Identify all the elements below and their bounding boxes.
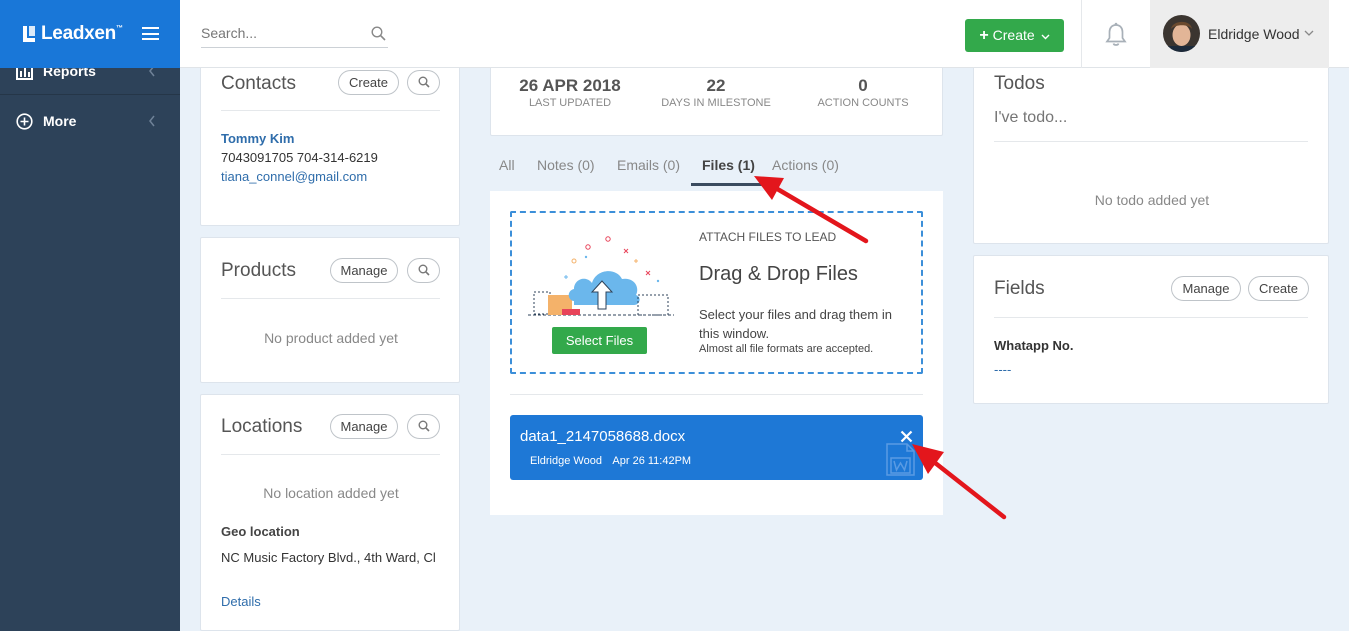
dropzone-note: Almost all file formats are accepted. xyxy=(699,343,874,355)
brand-bar: Leadxen™ xyxy=(0,0,180,68)
todos-card: Todos No todo added yet xyxy=(973,60,1329,244)
tab-actions[interactable]: Actions (0) xyxy=(772,157,839,173)
geo-location-label: Geo location xyxy=(221,524,300,539)
contact-name[interactable]: Tommy Kim xyxy=(221,131,294,146)
hamburger-menu-icon[interactable] xyxy=(142,27,159,40)
search-icon xyxy=(418,420,430,432)
manage-locations-button[interactable]: Manage xyxy=(330,414,398,439)
tab-files[interactable]: Files (1) xyxy=(702,157,755,173)
last-updated-value: 26 APR 2018 xyxy=(519,76,621,95)
divider xyxy=(510,394,923,395)
locations-empty-state: No location added yet xyxy=(263,485,399,501)
field-label: Whatapp No. xyxy=(994,338,1074,353)
word-file-icon xyxy=(886,443,915,476)
milestone-stats-card: 26 APR 2018 LAST UPDATED 22 DAYS IN MILE… xyxy=(490,60,943,136)
dropzone-title: Drag & Drop Files xyxy=(699,263,858,285)
divider xyxy=(221,298,440,299)
action-counts-value: 0 xyxy=(858,76,868,95)
close-icon[interactable] xyxy=(900,430,913,443)
search-icon xyxy=(418,76,430,88)
card-title: Fields xyxy=(994,278,1045,299)
plus-circle-icon xyxy=(16,113,33,130)
search-contact-button[interactable] xyxy=(407,70,440,95)
manage-fields-button[interactable]: Manage xyxy=(1171,276,1241,301)
search-icon[interactable] xyxy=(371,26,386,41)
details-link[interactable]: Details xyxy=(221,594,261,609)
dropzone-description: Select your files and drag them in this … xyxy=(699,307,892,341)
file-meta: Eldridge Wood Apr 26 11:42PM xyxy=(530,455,699,467)
user-name: Eldridge Wood xyxy=(1208,26,1300,42)
days-in-milestone-label: DAYS IN MILESTONE xyxy=(661,97,771,109)
days-in-milestone-value: 22 xyxy=(706,76,726,95)
todos-empty-state: No todo added yet xyxy=(1094,192,1210,208)
search-icon xyxy=(418,264,430,276)
card-title: Products xyxy=(221,260,296,281)
brand-name[interactable]: Leadxen™ xyxy=(41,23,123,45)
notifications[interactable] xyxy=(1081,0,1150,68)
last-updated-label: LAST UPDATED xyxy=(528,97,612,109)
create-field-button[interactable]: Create xyxy=(1248,276,1309,301)
cloud-upload-illustration xyxy=(528,236,674,316)
search-products-button[interactable] xyxy=(407,258,440,283)
fields-card: Fields Manage Create Whatapp No. ---- xyxy=(973,255,1329,404)
divider xyxy=(994,317,1308,318)
tab-all[interactable]: All xyxy=(499,157,515,173)
sidebar-divider xyxy=(0,94,180,95)
divider xyxy=(994,141,1308,142)
create-button[interactable]: + Create xyxy=(965,19,1064,52)
chevron-down-icon xyxy=(1304,30,1314,36)
contact-email[interactable]: tiana_connel@gmail.com xyxy=(221,169,367,184)
leadxen-logo-icon xyxy=(23,26,35,42)
locations-card: Locations Manage No location added yet G… xyxy=(200,394,460,631)
card-title: Todos xyxy=(994,73,1045,94)
file-name[interactable]: data1_2147058688.docx xyxy=(520,428,685,445)
file-item[interactable]: data1_2147058688.docx Eldridge Wood Apr … xyxy=(510,415,923,480)
card-title: Locations xyxy=(221,416,303,437)
sidebar-item-more[interactable]: More xyxy=(0,108,180,134)
create-contact-button[interactable]: Create xyxy=(338,70,399,95)
action-counts-label: ACTION COUNTS xyxy=(817,97,909,109)
sidebar-item-label: More xyxy=(43,113,77,129)
tab-emails[interactable]: Emails (0) xyxy=(617,157,680,173)
field-value[interactable]: ---- xyxy=(994,362,1011,377)
bell-icon[interactable] xyxy=(1104,22,1128,48)
active-tab-indicator xyxy=(691,183,764,186)
avatar xyxy=(1163,15,1200,52)
contact-phone: 7043091705 704-314-6219 xyxy=(221,150,378,165)
chevron-down-icon xyxy=(1041,34,1050,40)
search-box xyxy=(201,20,388,48)
select-files-button[interactable]: Select Files xyxy=(552,327,647,354)
search-locations-button[interactable] xyxy=(407,414,440,439)
file-date: Apr 26 11:42PM xyxy=(612,455,692,467)
divider xyxy=(221,110,440,111)
manage-products-button[interactable]: Manage xyxy=(330,258,398,283)
divider xyxy=(221,454,440,455)
dropzone-kicker: ATTACH FILES TO LEAD xyxy=(699,230,837,244)
user-menu[interactable]: Eldridge Wood xyxy=(1150,0,1329,68)
search-input[interactable] xyxy=(201,20,361,41)
products-empty-state: No product added yet xyxy=(264,330,398,346)
todo-input[interactable] xyxy=(994,109,1307,127)
card-title: Contacts xyxy=(221,73,296,94)
chevron-left-icon xyxy=(149,115,155,127)
file-dropzone[interactable]: Select Files ATTACH FILES TO LEAD Drag &… xyxy=(510,211,923,374)
products-card: Products Manage No product added yet xyxy=(200,237,460,383)
contacts-card: Contacts Create Tommy Kim 7043091705 704… xyxy=(200,60,460,226)
file-author: Eldridge Wood xyxy=(530,455,602,467)
sidebar: Reports More xyxy=(0,0,180,631)
geo-location-value: NC Music Factory Blvd., 4th Ward, Cl xyxy=(221,550,436,565)
tab-notes[interactable]: Notes (0) xyxy=(537,157,595,173)
top-header: + Create Eldridge Wood xyxy=(180,0,1349,68)
